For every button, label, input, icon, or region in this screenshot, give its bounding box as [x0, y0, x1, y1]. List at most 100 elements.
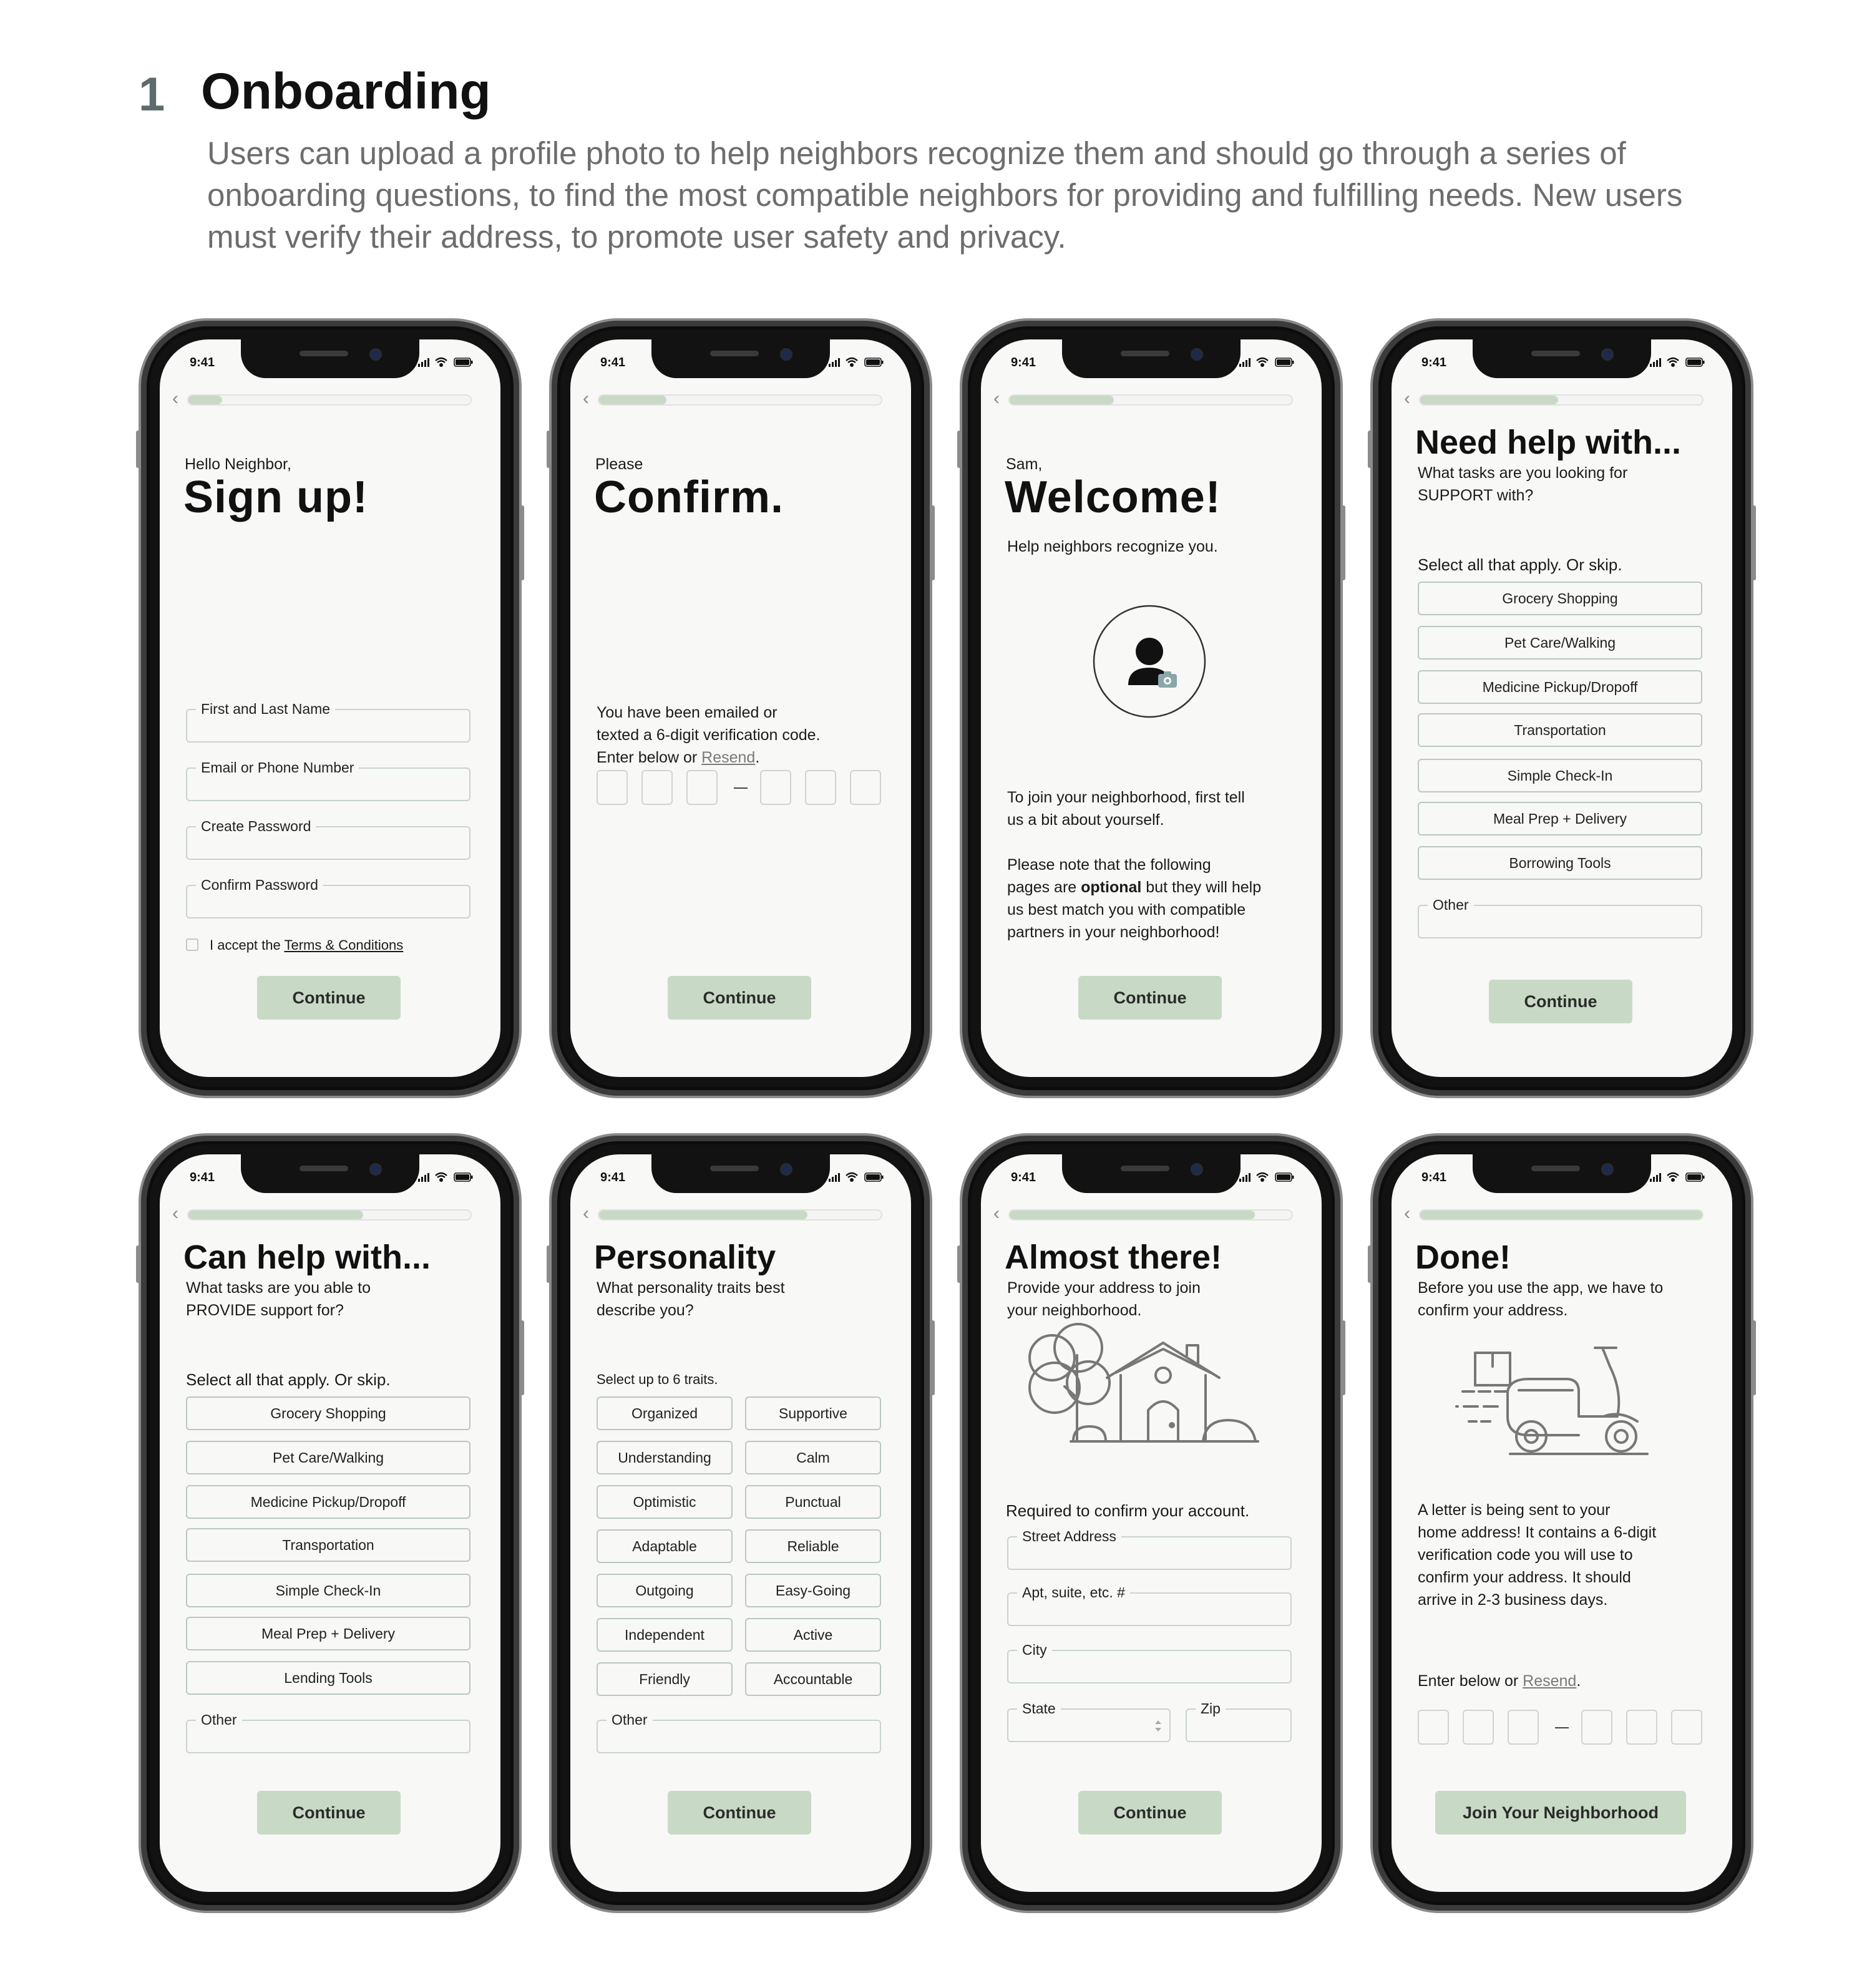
scooter-delivery-illustration: [1455, 1347, 1649, 1455]
code-digit-6[interactable]: [1671, 1710, 1702, 1745]
option-button[interactable]: Lending Tools: [186, 1661, 470, 1695]
progress-bar: [1419, 1209, 1704, 1221]
intro-line: us a bit about yourself.: [1007, 811, 1164, 829]
continue-button[interactable]: Continue: [257, 1791, 401, 1835]
option-button[interactable]: Simple Check-In: [186, 1574, 470, 1607]
progress-fill: [599, 1211, 808, 1219]
avatar-upload-icon[interactable]: [1092, 604, 1207, 719]
letter-line: home address! It contains a 6-digit: [1418, 1524, 1657, 1541]
wifi-icon: [435, 1172, 447, 1182]
trait-button[interactable]: Calm: [745, 1441, 881, 1474]
battery-icon: [1685, 358, 1705, 367]
progress-fill: [188, 1211, 364, 1219]
back-chevron-icon[interactable]: ‹: [993, 389, 1000, 408]
option-button[interactable]: Transportation: [186, 1528, 470, 1562]
trait-button[interactable]: Adaptable: [597, 1529, 733, 1563]
back-chevron-icon[interactable]: ‹: [583, 389, 589, 408]
screen-title: Done!: [1415, 1239, 1511, 1276]
subtitle-line: PROVIDE support for?: [186, 1302, 344, 1319]
enter-prefix: Enter below or: [597, 749, 702, 766]
option-button[interactable]: Borrowing Tools: [1418, 846, 1702, 880]
back-chevron-icon[interactable]: ‹: [172, 1204, 178, 1223]
letter-line: A letter is being sent to your: [1418, 1501, 1611, 1519]
subtitle-line: confirm your address.: [1418, 1302, 1568, 1319]
continue-button[interactable]: Continue: [668, 1791, 811, 1835]
subtitle-line: SUPPORT with?: [1418, 487, 1534, 504]
terms-link[interactable]: Terms & Conditions: [284, 937, 403, 953]
option-button[interactable]: Pet Care/Walking: [186, 1441, 470, 1474]
continue-button[interactable]: Continue: [668, 976, 811, 1020]
option-button[interactable]: Grocery Shopping: [1418, 582, 1702, 615]
screen-done: 9:41 ‹ Done! Before you use the app, we …: [1392, 1154, 1732, 1892]
trait-button[interactable]: Supportive: [745, 1396, 881, 1430]
back-chevron-icon[interactable]: ‹: [1404, 389, 1410, 408]
signal-icon: [418, 358, 429, 367]
enter-code-text: Enter below or Resend.: [1418, 1670, 1581, 1692]
trait-button[interactable]: Friendly: [597, 1662, 733, 1696]
trait-button[interactable]: Reliable: [745, 1529, 881, 1563]
progress-bar: [1419, 394, 1704, 406]
trait-button[interactable]: Active: [745, 1618, 881, 1652]
code-digit-6[interactable]: [850, 770, 881, 805]
screen-subtitle: What tasks are you able to PROVIDE suppo…: [186, 1277, 371, 1322]
back-chevron-icon[interactable]: ‹: [1404, 1204, 1410, 1223]
code-digit-1[interactable]: [597, 770, 628, 805]
phone-personality: 9:41 ‹ Personality What personality trai…: [547, 1133, 935, 1913]
code-dash: [734, 787, 748, 789]
front-camera: [1191, 1163, 1203, 1176]
notch: [1062, 1154, 1241, 1193]
intro-line: pages are optional but they will help: [1007, 876, 1261, 899]
continue-button[interactable]: Continue: [1078, 976, 1222, 1020]
phone-can-help: 9:41 ‹ Can help with... What tasks are y…: [136, 1133, 524, 1913]
text-span: but they will help: [1141, 879, 1262, 896]
continue-button[interactable]: Continue: [1078, 1791, 1222, 1835]
back-chevron-icon[interactable]: ‹: [583, 1204, 589, 1223]
back-chevron-icon[interactable]: ‹: [993, 1204, 1000, 1223]
continue-button[interactable]: Continue: [257, 976, 401, 1020]
terms-checkbox[interactable]: [186, 938, 198, 951]
trait-button[interactable]: Optimistic: [597, 1485, 733, 1519]
code-digit-1[interactable]: [1418, 1710, 1449, 1745]
trait-button[interactable]: Punctual: [745, 1485, 881, 1519]
state-label: State: [1017, 1701, 1061, 1716]
speaker: [1531, 351, 1580, 356]
progress-fill: [1010, 1211, 1255, 1219]
option-button[interactable]: Medicine Pickup/Dropoff: [186, 1485, 470, 1519]
intro-line: partners in your neighborhood!: [1007, 923, 1220, 941]
join-neighborhood-button[interactable]: Join Your Neighborhood: [1435, 1791, 1686, 1835]
resend-link[interactable]: Resend: [1523, 1672, 1576, 1690]
signal-icon: [1650, 1173, 1661, 1182]
kicker-text: Sam,: [1006, 456, 1043, 473]
intro-text: To join your neighborhood, first tell us…: [1007, 786, 1261, 943]
option-button[interactable]: Pet Care/Walking: [1418, 626, 1702, 660]
option-button[interactable]: Meal Prep + Delivery: [186, 1617, 470, 1650]
trait-button[interactable]: Outgoing: [597, 1574, 733, 1607]
code-digit-3[interactable]: [1508, 1710, 1539, 1745]
resend-link[interactable]: Resend: [701, 749, 755, 766]
code-digit-4[interactable]: [760, 770, 791, 805]
trait-button[interactable]: Organized: [597, 1396, 733, 1430]
code-digit-2[interactable]: [641, 770, 673, 805]
code-digit-5[interactable]: [805, 770, 836, 805]
code-digit-5[interactable]: [1626, 1710, 1657, 1745]
code-digit-2[interactable]: [1463, 1710, 1494, 1745]
continue-button[interactable]: Continue: [1489, 980, 1632, 1023]
option-button[interactable]: Medicine Pickup/Dropoff: [1418, 670, 1702, 704]
option-button[interactable]: Grocery Shopping: [186, 1396, 470, 1430]
code-digit-4[interactable]: [1581, 1710, 1612, 1745]
trait-button[interactable]: Understanding: [597, 1441, 733, 1474]
verification-line: Enter below or Resend.: [597, 746, 821, 769]
phone-welcome: 9:41 ‹ Sam, Welcome! Help neighbors reco…: [957, 318, 1345, 1098]
trait-button[interactable]: Independent: [597, 1618, 733, 1652]
option-button[interactable]: Transportation: [1418, 713, 1702, 747]
back-chevron-icon[interactable]: ‹: [172, 389, 178, 408]
password-label: Create Password: [196, 819, 316, 834]
code-digit-3[interactable]: [686, 770, 718, 805]
option-button[interactable]: Meal Prep + Delivery: [1418, 802, 1702, 836]
section-number: 1: [139, 68, 165, 121]
confirm-password-label: Confirm Password: [196, 877, 323, 892]
city-label: City: [1017, 1642, 1052, 1657]
trait-button[interactable]: Accountable: [745, 1662, 881, 1696]
option-button[interactable]: Simple Check-In: [1418, 759, 1702, 792]
trait-button[interactable]: Easy-Going: [745, 1574, 881, 1607]
